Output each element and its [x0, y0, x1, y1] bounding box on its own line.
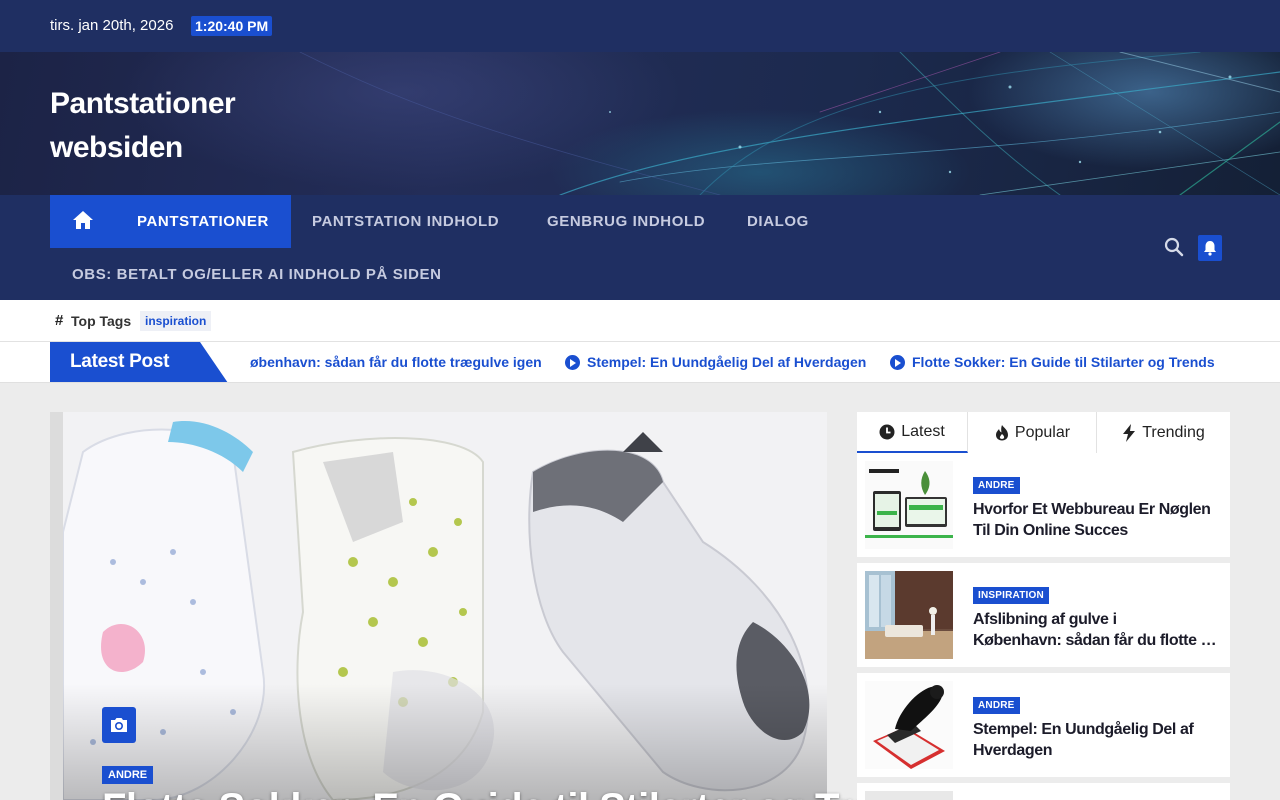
post-thumbnail[interactable]	[865, 461, 953, 549]
nav-item-genbrug-indhold[interactable]: GENBRUG INDHOLD	[547, 213, 705, 230]
category-badge[interactable]: INSPIRATION	[973, 587, 1049, 604]
latest-post-label: Latest Post	[50, 342, 228, 382]
top-tags-label: Top Tags	[71, 313, 132, 329]
post-thumbnail[interactable]	[865, 791, 953, 800]
tab-trending-label: Trending	[1142, 423, 1205, 441]
header-banner: Pantstationer websiden	[0, 52, 1280, 195]
tag-inspiration[interactable]: inspiration	[140, 311, 212, 331]
nav-item-pantstation-indhold[interactable]: PANTSTATION INDHOLD	[312, 213, 499, 230]
latest-post-ticker: øbenhavn: sådan får du flotte trægulve i…	[0, 342, 1280, 383]
hashtag-icon: #	[55, 312, 64, 329]
clock-icon	[879, 424, 895, 439]
main-navigation: PANTSTATIONER PANTSTATION INDHOLD GENBRU…	[0, 195, 1280, 300]
tab-trending[interactable]: Trending	[1096, 412, 1230, 453]
floor-room-thumbnail-image	[865, 571, 953, 659]
nav-item-obs-notice[interactable]: OBS: BETALT OG/ELLER AI INDHOLD PÅ SIDEN	[72, 266, 442, 283]
feature-category-badge[interactable]: ANDRE	[102, 766, 154, 784]
feature-post-title[interactable]: Flotte Sokker: En Guide til Stilarter og…	[102, 786, 944, 800]
sidebar-post[interactable]: ANDRE Hvorfor Et Webbureau Er Nøglen Til…	[857, 453, 1230, 557]
featured-post-image[interactable]	[63, 412, 827, 800]
site-title-line2: websiden	[50, 131, 183, 164]
sidebar-tabs: Latest Popular Trending	[857, 412, 1230, 453]
post-title[interactable]: Afslibning af gulve i København: sådan f…	[973, 609, 1219, 651]
category-badge[interactable]: ANDRE	[973, 477, 1020, 494]
nav-item-dialog[interactable]: DIALOG	[747, 213, 809, 230]
webbureau-thumbnail-image	[865, 461, 953, 549]
latest-post-label-text: Latest Post	[70, 351, 170, 372]
fire-icon	[995, 425, 1008, 441]
sidebar-post[interactable]: INSPIRATION Afslibning af gulve i Københ…	[857, 563, 1230, 667]
camera-icon-button[interactable]	[102, 707, 136, 743]
arrow-right-circle-icon	[565, 355, 580, 370]
tab-popular-label: Popular	[1014, 423, 1071, 441]
camera-icon	[111, 718, 127, 732]
search-icon[interactable]	[1164, 237, 1184, 257]
site-title-line1: Pantstationer	[50, 87, 236, 120]
stamp-thumbnail-image	[865, 681, 953, 769]
tab-latest-label: Latest	[901, 422, 945, 440]
top-tags-bar: # Top Tags inspiration	[0, 300, 1280, 342]
post-title-line2: København: sådan får du flotte trægulve …	[973, 632, 1219, 649]
ticker-item[interactable]: øbenhavn: sådan får du flotte trægulve i…	[250, 354, 542, 370]
arrow-right-circle-icon	[890, 355, 905, 370]
ticker-item[interactable]: Flotte Sokker: En Guide til Stilarter og…	[912, 354, 1215, 370]
ticker-item[interactable]: Stempel: En Uundgåelig Del af Hverdagen	[587, 354, 866, 370]
tab-popular[interactable]: Popular	[969, 412, 1096, 453]
current-date: tirs. jan 20th, 2026	[50, 17, 174, 34]
feature-left-edge	[50, 412, 63, 800]
bolt-icon	[1123, 423, 1136, 442]
post-thumbnail[interactable]	[865, 681, 953, 769]
sidebar-post[interactable]: ANDRE Stempel: En Uundgåelig Del af Hver…	[857, 673, 1230, 777]
sidebar-post[interactable]	[857, 783, 1230, 800]
post-title[interactable]: Hvorfor Et Webbureau Er Nøglen Til Din O…	[973, 499, 1219, 541]
bell-icon	[1204, 241, 1216, 256]
tab-latest[interactable]: Latest	[857, 412, 968, 453]
home-button[interactable]	[50, 195, 115, 248]
post-thumbnail[interactable]	[865, 571, 953, 659]
notification-button[interactable]	[1198, 235, 1222, 261]
site-title[interactable]: Pantstationer websiden	[50, 82, 236, 170]
top-bar: tirs. jan 20th, 2026 1:20:40 PM	[0, 0, 1280, 52]
category-badge[interactable]: ANDRE	[973, 697, 1020, 714]
socks-photo	[63, 412, 827, 800]
post-title[interactable]: Stempel: En Uundgåelig Del af Hverdagen	[973, 719, 1219, 761]
home-icon	[73, 211, 93, 229]
current-time: 1:20:40 PM	[191, 16, 273, 36]
post-title-line1: Afslibning af gulve i	[973, 611, 1117, 628]
nav-item-pantstationer[interactable]: PANTSTATIONER	[115, 195, 291, 248]
